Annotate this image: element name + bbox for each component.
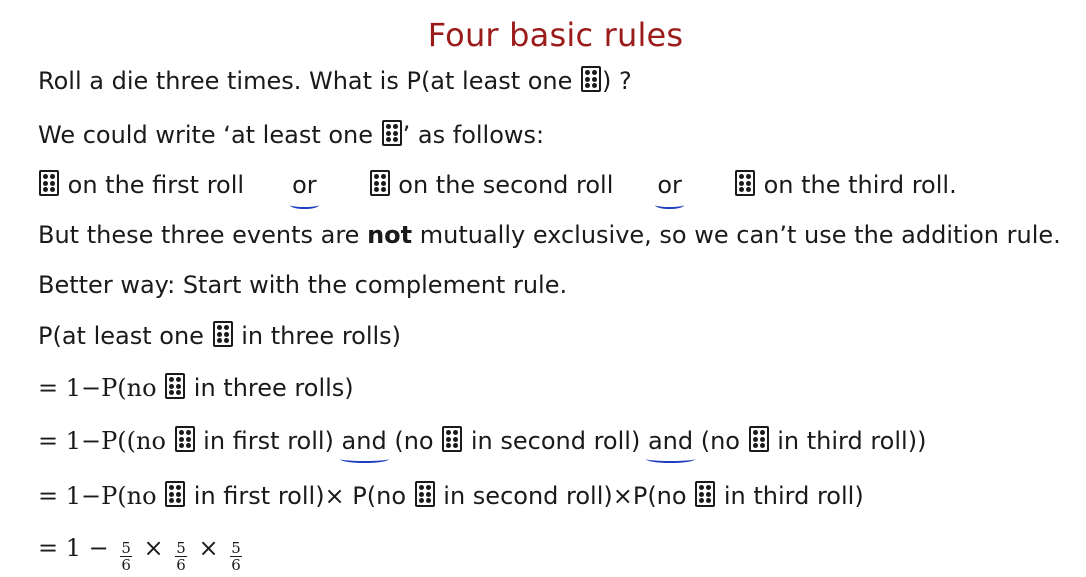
events-line: on the first roll or on the second roll or… [38,170,957,209]
fraction: 56 [120,539,132,574]
and-underlined: and [339,427,389,463]
prob-line: P(at least one in three rolls) [38,321,402,350]
or-underlined: or [290,171,319,209]
slide-title: Four basic rules [427,16,684,54]
die-six-icon [381,120,402,146]
product-line: = 1−P(no in first roll)× P(no in second … [38,481,864,510]
not-emphasis: not [367,221,413,249]
better-way-line: Better way: Start with the complement ru… [38,271,568,299]
die-six-icon [165,481,186,507]
and-underlined: and [645,427,696,463]
die-six-icon [369,170,390,196]
complement-line: = 1−P(no in three rolls) [38,373,354,402]
die-six-icon [212,321,233,347]
and-line: = 1−P((no in first roll) and (no in seco… [38,426,927,463]
die-six-icon [581,66,602,92]
die-six-icon [442,426,463,452]
die-six-icon [165,373,186,399]
die-six-icon [414,481,435,507]
die-six-icon [734,170,755,196]
fraction-line: = 1 − 56 × 56 × 56 [38,534,242,574]
die-six-icon [695,481,716,507]
die-six-icon [174,426,195,452]
fraction: 56 [230,539,242,574]
exclusive-line: But these three events are not mutually … [38,221,1061,249]
die-six-icon [748,426,769,452]
rewrite-line: We could write ‘at least one ’ as follow… [38,120,545,149]
question-line: Roll a die three times. What is P(at lea… [38,66,632,95]
die-six-icon [39,170,59,196]
or-underlined: or [655,171,684,209]
fraction: 56 [175,539,187,574]
